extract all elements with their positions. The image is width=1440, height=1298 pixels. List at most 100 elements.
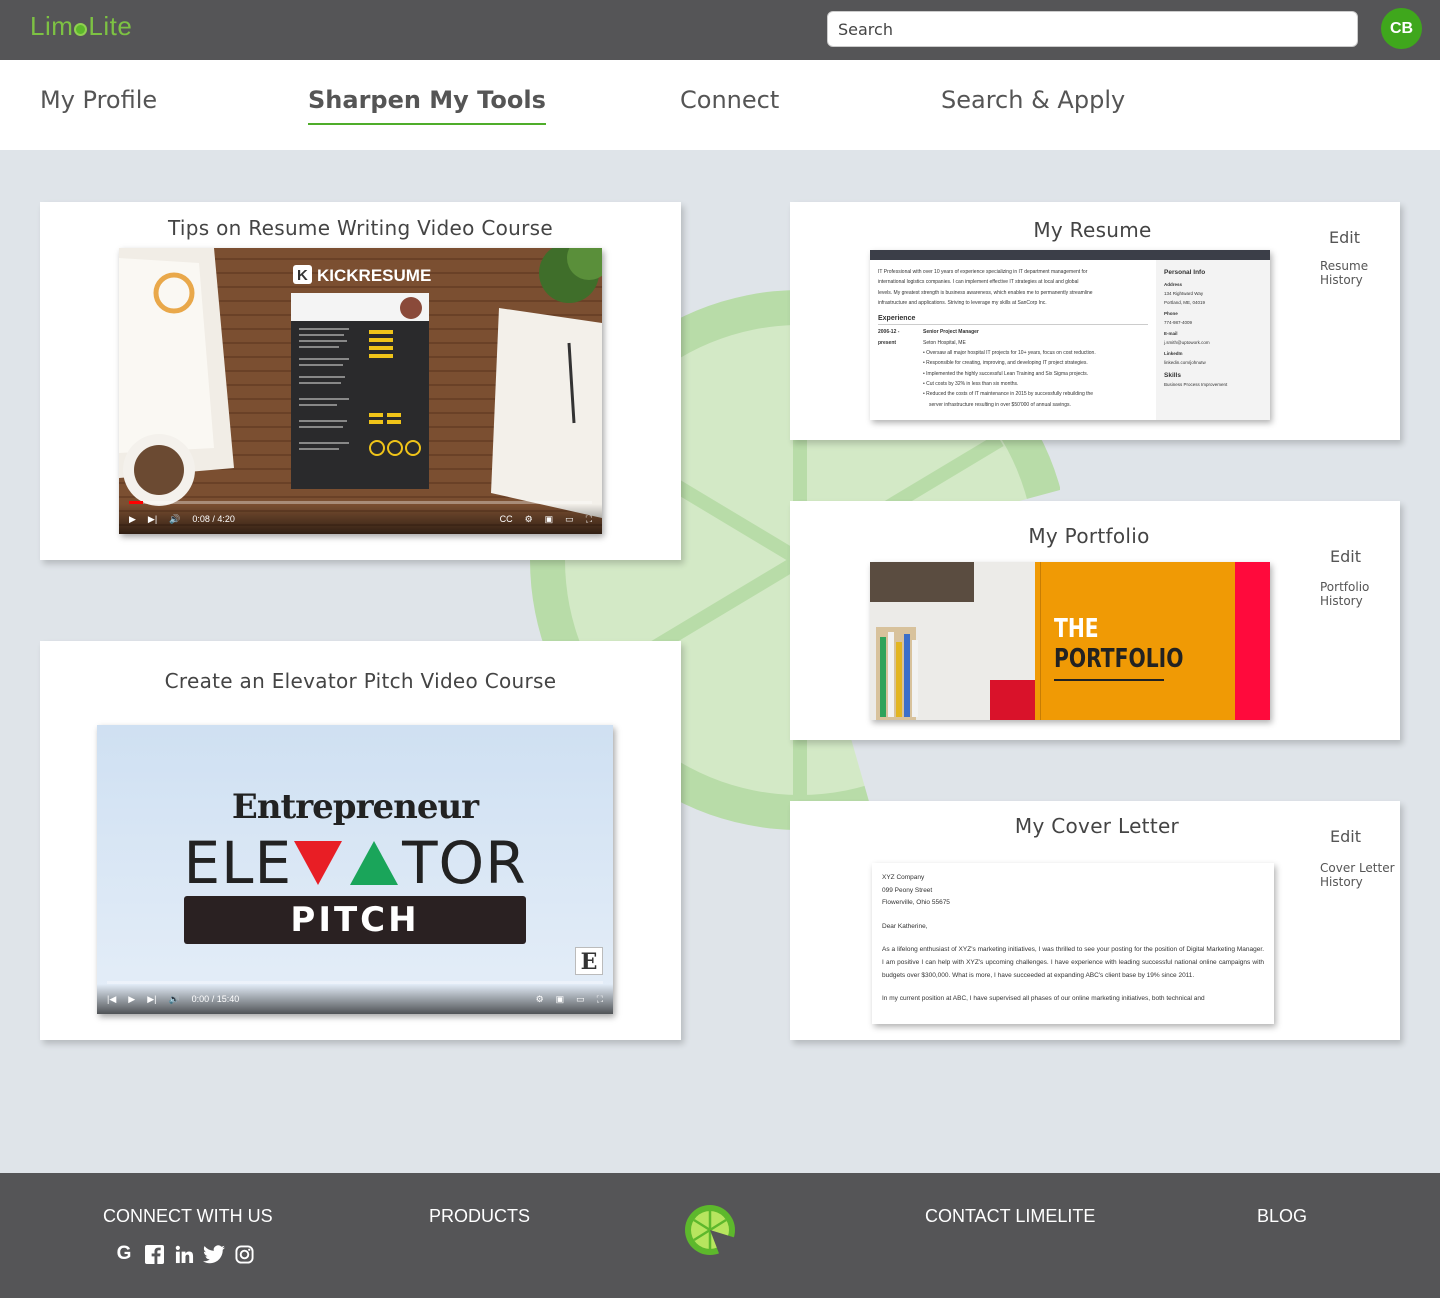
my-portfolio-card: My Portfolio Edit Portfolio History THE P…: [790, 501, 1400, 740]
history-label-line-1: Portfolio: [1320, 580, 1370, 594]
volume-icon[interactable]: 🔊: [169, 514, 180, 525]
field-label: Address: [1164, 282, 1183, 287]
volume-icon[interactable]: 🔊: [168, 994, 179, 1005]
edit-portfolio-link[interactable]: Edit: [1330, 547, 1361, 566]
entrepreneur-badge: E: [575, 947, 603, 975]
letter-greeting: Dear Katherine,: [882, 922, 928, 930]
footer-blog-link[interactable]: BLOG: [1257, 1206, 1307, 1227]
resume-header-bar: [870, 250, 1270, 260]
resume-history-link[interactable]: Resume History: [1320, 259, 1368, 287]
next-icon[interactable]: ▶|: [147, 994, 156, 1005]
play-icon[interactable]: ▶: [129, 514, 136, 525]
logo-text-left: Lim: [30, 11, 74, 41]
edit-resume-link[interactable]: Edit: [1329, 228, 1360, 247]
field-label: LinkedIn: [1164, 351, 1183, 356]
summary-line: infrastructure and applications. Strivin…: [878, 299, 1047, 306]
job-bullet: • Reduced the costs of IT maintenance in…: [923, 391, 1094, 398]
my-cover-letter-card: My Cover Letter Edit Cover Letter History…: [790, 801, 1400, 1040]
cover-letter-title: My Cover Letter: [1014, 814, 1180, 838]
course-title: Create an Elevator Pitch Video Course: [164, 669, 557, 693]
footer: CONNECT WITH US G PRODUCTS CONTACT LIMEL…: [0, 1173, 1440, 1298]
video-thumbnail: K KICKRESUME: [119, 248, 602, 534]
footer-products-link[interactable]: PRODUCTS: [429, 1206, 530, 1227]
job-bullet: • Implemented the highly successful Lean…: [923, 370, 1089, 377]
tab-search-apply[interactable]: Search & Apply: [941, 86, 1125, 123]
field-value: linkedin.com/johnutw: [1164, 360, 1206, 365]
video-time: 0:00 / 15:40: [191, 994, 240, 1004]
instagram-icon[interactable]: [233, 1243, 255, 1265]
google-icon[interactable]: G: [113, 1243, 135, 1265]
tab-sharpen-my-tools[interactable]: Sharpen My Tools: [308, 86, 546, 125]
portfolio-cover-rule: [1054, 679, 1164, 681]
job-bullet-continued: server infrastructure resulting in over …: [929, 401, 1071, 408]
theater-icon[interactable]: ▭: [576, 994, 585, 1005]
cover-letter-history-link[interactable]: Cover Letter History: [1320, 861, 1395, 889]
field-value: j.smith@uptowork.com: [1164, 340, 1210, 345]
search-input[interactable]: [827, 11, 1358, 47]
job-bullet: • Oversaw all major hospital IT projects…: [923, 350, 1096, 357]
kickresume-brand: KICKRESUME: [317, 266, 431, 285]
experience-heading: Experience: [878, 314, 1148, 326]
job-bullet: • Responsible for creating, improving, a…: [923, 360, 1088, 367]
skills-heading: Skills: [1164, 372, 1181, 379]
facebook-icon[interactable]: [143, 1243, 165, 1265]
fullscreen-icon[interactable]: ⛶: [586, 514, 592, 525]
history-label-line-1: Cover Letter: [1320, 861, 1395, 875]
play-icon[interactable]: ▶: [128, 994, 135, 1005]
cover-letter-preview[interactable]: XYZ Company 099 Peony Street Flowerville…: [872, 863, 1274, 1024]
address-line: Flowerville, Ohio 55675: [882, 899, 950, 907]
job-title: Senior Project Manager: [923, 329, 979, 336]
settings-icon[interactable]: ⚙: [525, 514, 533, 525]
linkedin-icon[interactable]: [173, 1243, 195, 1265]
footer-connect-heading: CONNECT WITH US: [103, 1206, 273, 1226]
letter-paragraph: In my current position at ABC, I have su…: [882, 995, 1205, 1003]
elevator-title: ELE TOR: [97, 829, 613, 897]
history-label-line-2: History: [1320, 273, 1363, 287]
tab-my-profile[interactable]: My Profile: [40, 86, 157, 123]
twitter-icon[interactable]: [203, 1243, 225, 1265]
video-controls: ▶ ▶| 🔊 0:08 / 4:20 CC ⚙ ▣ ▭ ⛶: [119, 504, 602, 534]
address-line: XYZ Company: [882, 874, 925, 881]
job-date: 2006-12 -: [878, 329, 900, 336]
elevator-pitch-course-card: Create an Elevator Pitch Video Course En…: [40, 641, 681, 1040]
resume-side-column: Personal Info Address 134 Rightward Way …: [1156, 260, 1270, 420]
previous-icon[interactable]: |◀: [107, 994, 116, 1005]
theater-icon[interactable]: ▭: [565, 514, 574, 525]
portfolio-history-link[interactable]: Portfolio History: [1320, 580, 1369, 608]
avatar[interactable]: CB: [1381, 8, 1422, 49]
resume-course-card: Tips on Resume Writing Video Course K KI…: [40, 202, 681, 560]
footer-contact-link[interactable]: CONTACT LIMELITE: [925, 1206, 1095, 1227]
lime-icon: [74, 23, 88, 36]
settings-icon[interactable]: ⚙: [536, 994, 544, 1005]
edit-cover-letter-link[interactable]: Edit: [1330, 827, 1361, 846]
resume-preview[interactable]: IT Professional with over 10 years of ex…: [870, 250, 1270, 420]
svg-text:K: K: [297, 267, 308, 284]
logo-text-right: Lite: [88, 11, 133, 41]
fullscreen-icon[interactable]: ⛶: [597, 994, 603, 1005]
address-line: 099 Peony Street: [882, 886, 933, 894]
course-title: Tips on Resume Writing Video Course: [168, 216, 553, 240]
job-date: present: [878, 339, 897, 346]
video-time: 0:08 / 4:20: [192, 514, 235, 524]
portfolio-cover-line-2: PORTFOLIO: [1054, 644, 1184, 674]
elevator-text-right: TOR: [402, 829, 527, 897]
captions-icon[interactable]: CC: [500, 514, 513, 524]
field-value: Portland, ME, 04019: [1164, 300, 1206, 305]
top-bar: Lim Lite CB: [0, 0, 1440, 60]
history-label-line-2: History: [1320, 875, 1363, 889]
logo[interactable]: Lim Lite: [30, 11, 132, 42]
next-icon[interactable]: ▶|: [148, 514, 157, 525]
lime-logo-icon: [685, 1205, 736, 1256]
elevator-pitch-video[interactable]: Entrepreneur ELE TOR PITCH E |◀ ▶ ▶| 🔊 0:…: [97, 725, 613, 1014]
main-nav: My Profile Sharpen My Tools Connect Sear…: [0, 60, 1440, 150]
elevator-text-left: ELE: [183, 829, 293, 897]
miniplayer-icon[interactable]: ▣: [545, 514, 554, 525]
portfolio-preview[interactable]: THE PORTFOLIO: [870, 562, 1270, 720]
resume-course-video[interactable]: K KICKRESUME ▶ ▶| 🔊 0:08 / 4:20 CC ⚙ ▣ ▭…: [119, 248, 602, 534]
letter-paragraph: As a lifelong enthusiast of XYZ's market…: [882, 946, 1264, 979]
field-value: 134 Rightward Way: [1164, 291, 1204, 296]
tab-connect[interactable]: Connect: [680, 86, 779, 123]
video-controls: |◀ ▶ ▶| 🔊 0:00 / 15:40 ⚙ ▣ ▭ ⛶: [97, 984, 613, 1014]
miniplayer-icon[interactable]: ▣: [556, 994, 565, 1005]
entrepreneur-brand: Entrepreneur: [231, 787, 479, 827]
